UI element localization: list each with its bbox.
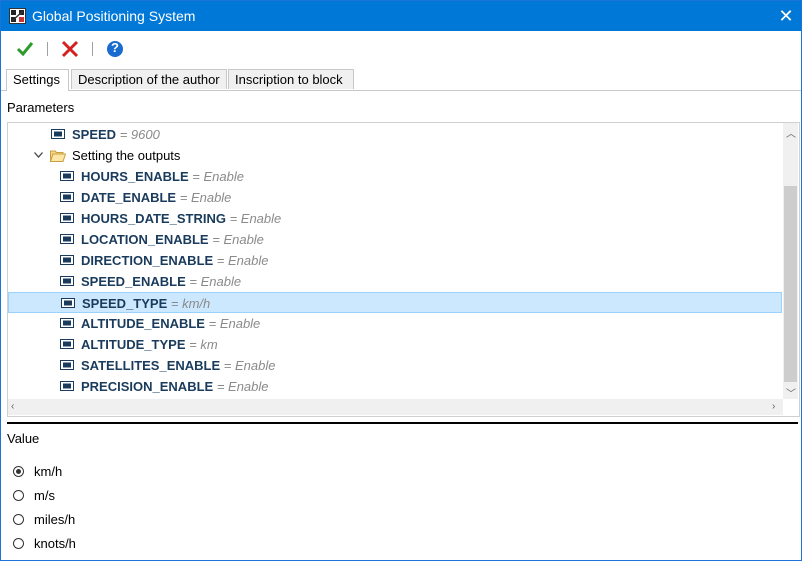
parameter-value: km/h [182, 296, 211, 311]
parameter-separator: = [208, 232, 224, 247]
parameter-value: 9600 [130, 127, 160, 142]
tree-folder-setting-the-outputs[interactable]: Setting the outputs [8, 145, 782, 166]
radio-button[interactable] [13, 490, 24, 501]
horizontal-scrollbar[interactable]: ‹ › [8, 399, 783, 415]
folder-label: Setting the outputs [72, 148, 181, 163]
parameter-value: Enable [190, 190, 232, 205]
parameter-icon [60, 360, 74, 370]
tree-item-hours-date-string[interactable]: HOURS_DATE_STRING = Enable [8, 208, 782, 229]
help-glyph: ? [111, 40, 119, 55]
radio-label: miles/h [34, 512, 76, 527]
parameter-icon [61, 298, 75, 308]
value-label: Value [7, 431, 40, 446]
radio-button[interactable] [13, 538, 24, 549]
check-icon[interactable] [14, 38, 36, 60]
parameter-separator: = [188, 169, 204, 184]
parameter-separator: = [176, 190, 191, 205]
tab-inscription-to-block[interactable]: Inscription to block [228, 69, 354, 89]
tree-item-satellites-enable[interactable]: SATELLITES_ENABLE = Enable [8, 355, 782, 376]
parameter-name: ALTITUDE_ENABLE [81, 316, 205, 331]
x-icon[interactable] [59, 38, 81, 60]
parameter-name: DIRECTION_ENABLE [81, 253, 214, 268]
tree-item-speed[interactable]: SPEED = 9600 [8, 124, 782, 145]
parameter-icon [51, 129, 65, 139]
tree-item-precision-enable[interactable]: PRECISION_ENABLE = Enable [8, 376, 782, 397]
window-title: Global Positioning System [32, 8, 196, 24]
parameter-separator: = [204, 316, 220, 331]
parameter-name: HOURS_ENABLE [81, 169, 189, 184]
radio-button[interactable] [13, 466, 24, 477]
parameter-separator: = [167, 296, 183, 311]
parameter-icon [60, 276, 74, 286]
parameters-label: Parameters [7, 100, 75, 115]
parameter-separator: = [185, 337, 201, 352]
tree-item-speed-enable[interactable]: SPEED_ENABLE = Enable [8, 271, 782, 292]
parameter-icon [60, 318, 74, 328]
parameter-name: SPEED [72, 127, 117, 142]
parameter-value: Enable [240, 211, 282, 226]
parameter-name: SATELLITES_ENABLE [81, 358, 221, 373]
tab-description-of-the-author[interactable]: Description of the author [71, 69, 227, 89]
toolbar-separator [92, 42, 93, 56]
parameter-name: SPEED_TYPE [82, 296, 168, 311]
parameter-value: Enable [235, 358, 276, 373]
tree-item-altitude-type[interactable]: ALTITUDE_TYPE = km [8, 334, 782, 355]
scroll-left-icon[interactable]: ‹ [11, 401, 14, 412]
parameter-separator: = [185, 274, 201, 289]
parameter-icon [60, 213, 74, 223]
parameters-tree[interactable]: SPEED = 9600 Setting the outputs HOURS_E… [7, 122, 800, 417]
parameter-name: LOCATION_ENABLE [81, 232, 209, 247]
tree-item-location-enable[interactable]: LOCATION_ENABLE = Enable [8, 229, 782, 250]
toolbar-separator [47, 42, 48, 56]
radio-label: m/s [34, 488, 55, 503]
radio-label: km/h [34, 464, 63, 479]
scrollbar-thumb[interactable] [784, 186, 797, 382]
parameter-value: Enable [203, 169, 244, 184]
folder-open-icon [50, 150, 66, 162]
parameter-icon [60, 171, 74, 181]
title-bar[interactable]: Global Positioning System ✕ [1, 1, 801, 31]
section-divider [7, 422, 798, 424]
parameter-value: Enable [223, 232, 264, 247]
parameter-separator: = [213, 379, 229, 394]
help-icon[interactable]: ? [104, 38, 126, 60]
parameter-icon [60, 192, 74, 202]
tree-item-direction-enable[interactable]: DIRECTION_ENABLE = Enable [8, 250, 782, 271]
scroll-down-icon[interactable]: ﹀ [786, 385, 796, 400]
parameter-name: HOURS_DATE_STRING [81, 211, 226, 226]
scroll-up-icon[interactable]: ︿ [786, 125, 796, 140]
tree-item-speed-type[interactable]: SPEED_TYPE = km/h [8, 292, 782, 313]
tab-settings[interactable]: Settings [6, 69, 69, 91]
close-button[interactable]: ✕ [771, 1, 801, 31]
parameter-icon [60, 381, 74, 391]
parameter-value: Enable [228, 253, 269, 268]
parameter-name: PRECISION_ENABLE [81, 379, 214, 394]
app-icon [9, 8, 26, 24]
chevron-down-icon[interactable] [34, 152, 43, 158]
scroll-right-icon[interactable]: › [772, 401, 775, 412]
parameter-value: Enable [228, 379, 269, 394]
parameter-separator: = [116, 127, 131, 142]
radio-button[interactable] [13, 514, 24, 525]
parameter-icon [60, 255, 74, 265]
tab-bar: Settings Description of the author Inscr… [1, 69, 801, 91]
parameter-name: DATE_ENABLE [81, 190, 177, 205]
radio-label: knots/h [34, 536, 76, 551]
tree-item-hours-enable[interactable]: HOURS_ENABLE = Enable [8, 166, 782, 187]
parameter-value: Enable [200, 274, 242, 289]
parameter-name: ALTITUDE_TYPE [81, 337, 186, 352]
parameter-icon [60, 339, 74, 349]
toolbar: ? [1, 32, 801, 66]
tree-item-altitude-enable[interactable]: ALTITUDE_ENABLE = Enable [8, 313, 782, 334]
parameter-icon [60, 234, 74, 244]
parameter-separator: = [220, 358, 235, 373]
parameter-separator: = [225, 211, 241, 226]
dialog-window: Global Positioning System ✕ ? Settings D… [0, 0, 802, 561]
parameter-separator: = [213, 253, 229, 268]
parameter-value: Enable [219, 316, 261, 331]
parameter-value: km [200, 337, 218, 352]
vertical-scrollbar[interactable]: ︿ ﹀ [783, 123, 798, 400]
tree-item-date-enable[interactable]: DATE_ENABLE = Enable [8, 187, 782, 208]
parameter-name: SPEED_ENABLE [81, 274, 186, 289]
